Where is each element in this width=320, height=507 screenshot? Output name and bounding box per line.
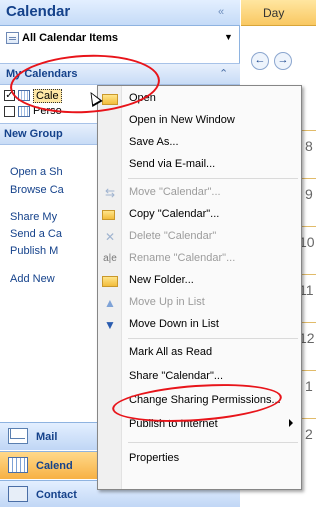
menu-separator <box>128 442 298 443</box>
menu-item-move-up[interactable]: ▲ Move Up in List <box>98 292 301 314</box>
menu-item-publish-to-internet[interactable]: Publish to Internet <box>98 414 301 436</box>
send-calendar-link[interactable]: Send a Ca <box>10 228 62 240</box>
arrow-down-icon: ▼ <box>104 318 116 332</box>
contacts-icon <box>8 486 28 502</box>
calendar-icon <box>18 106 30 117</box>
delete-icon: ✕ <box>104 230 116 244</box>
publish-calendar-link[interactable]: Publish M <box>10 245 58 257</box>
hour-label: 9 <box>305 186 313 202</box>
menu-item-move[interactable]: ⇆ Move "Calendar"... <box>98 182 301 204</box>
mail-button-label: Mail <box>36 431 58 443</box>
menu-item-send-via-email[interactable]: Send via E-mail... <box>98 154 301 176</box>
menu-item-save-as[interactable]: Save As... <box>98 132 301 154</box>
copy-icon <box>102 210 115 220</box>
menu-item-mark-all-read[interactable]: Mark All as Read <box>98 342 301 364</box>
hour-label: 8 <box>305 138 313 154</box>
my-calendars-group-header[interactable]: My Calendars ⌃ <box>0 63 240 85</box>
all-calendar-items-label: All Calendar Items <box>22 32 118 44</box>
add-new-group-link[interactable]: Add New <box>10 273 55 285</box>
previous-day-button[interactable]: ← <box>251 52 269 70</box>
submenu-arrow-icon <box>289 419 293 427</box>
calendar-checkbox[interactable]: ✓ <box>4 90 15 101</box>
open-shared-calendar-link[interactable]: Open a Sh <box>10 166 63 178</box>
hour-label: 2 <box>305 426 313 442</box>
chevron-down-icon[interactable]: ▼ <box>224 32 233 42</box>
next-day-button[interactable]: → <box>274 52 292 70</box>
menu-item-rename[interactable]: a|e Rename "Calendar"... <box>98 248 301 270</box>
new-folder-icon <box>102 276 118 287</box>
contacts-button-label: Contact <box>36 489 77 501</box>
calendar-item-label: Cale <box>33 89 62 103</box>
menu-item-delete[interactable]: ✕ Delete "Calendar" <box>98 226 301 248</box>
move-icon: ⇆ <box>104 186 116 200</box>
mail-icon <box>8 428 28 444</box>
nav-pane-header: Calendar « <box>0 0 240 26</box>
collapse-group-icon[interactable]: ⌃ <box>219 67 228 80</box>
my-calendars-label: My Calendars <box>6 68 78 80</box>
menu-item-share-calendar[interactable]: Share "Calendar"... <box>98 366 301 388</box>
rename-icon: a|e <box>103 253 117 264</box>
calendar-context-menu: Open Open in New Window Save As... Send … <box>97 85 302 490</box>
new-group-label: New Group <box>4 128 63 140</box>
menu-item-new-folder[interactable]: New Folder... <box>98 270 301 292</box>
hour-label: 1 <box>305 378 313 394</box>
arrow-up-icon: ▲ <box>104 296 116 310</box>
calendar-icon <box>8 457 28 473</box>
browse-calendars-link[interactable]: Browse Ca <box>10 184 64 196</box>
personal-calendar-checkbox[interactable] <box>4 106 15 117</box>
calendar-icon <box>18 90 30 101</box>
day-tab[interactable]: Day <box>241 0 316 26</box>
collapse-pane-icon[interactable]: « <box>218 6 224 18</box>
menu-item-copy[interactable]: Copy "Calendar"... <box>98 204 301 226</box>
menu-item-open[interactable]: Open <box>98 88 301 110</box>
nav-pane-title: Calendar <box>6 3 71 20</box>
day-tab-label: Day <box>263 6 285 20</box>
menu-item-open-new-window[interactable]: Open in New Window <box>98 110 301 132</box>
menu-item-move-down[interactable]: ▼ Move Down in List <box>98 314 301 336</box>
menu-separator <box>128 178 298 179</box>
calendar-button-label: Calend <box>36 460 73 472</box>
menu-separator <box>128 338 298 339</box>
calendar-items-icon <box>6 32 19 44</box>
menu-item-properties[interactable]: Properties <box>98 448 301 470</box>
share-my-calendar-link[interactable]: Share My <box>10 211 57 223</box>
calendar-open-icon <box>102 94 118 105</box>
calendar-item-label: Perso <box>33 105 62 117</box>
all-calendar-items-dropdown[interactable]: All Calendar Items ▼ <box>3 29 236 47</box>
menu-item-change-sharing-permissions[interactable]: Change Sharing Permissions... <box>98 390 301 412</box>
